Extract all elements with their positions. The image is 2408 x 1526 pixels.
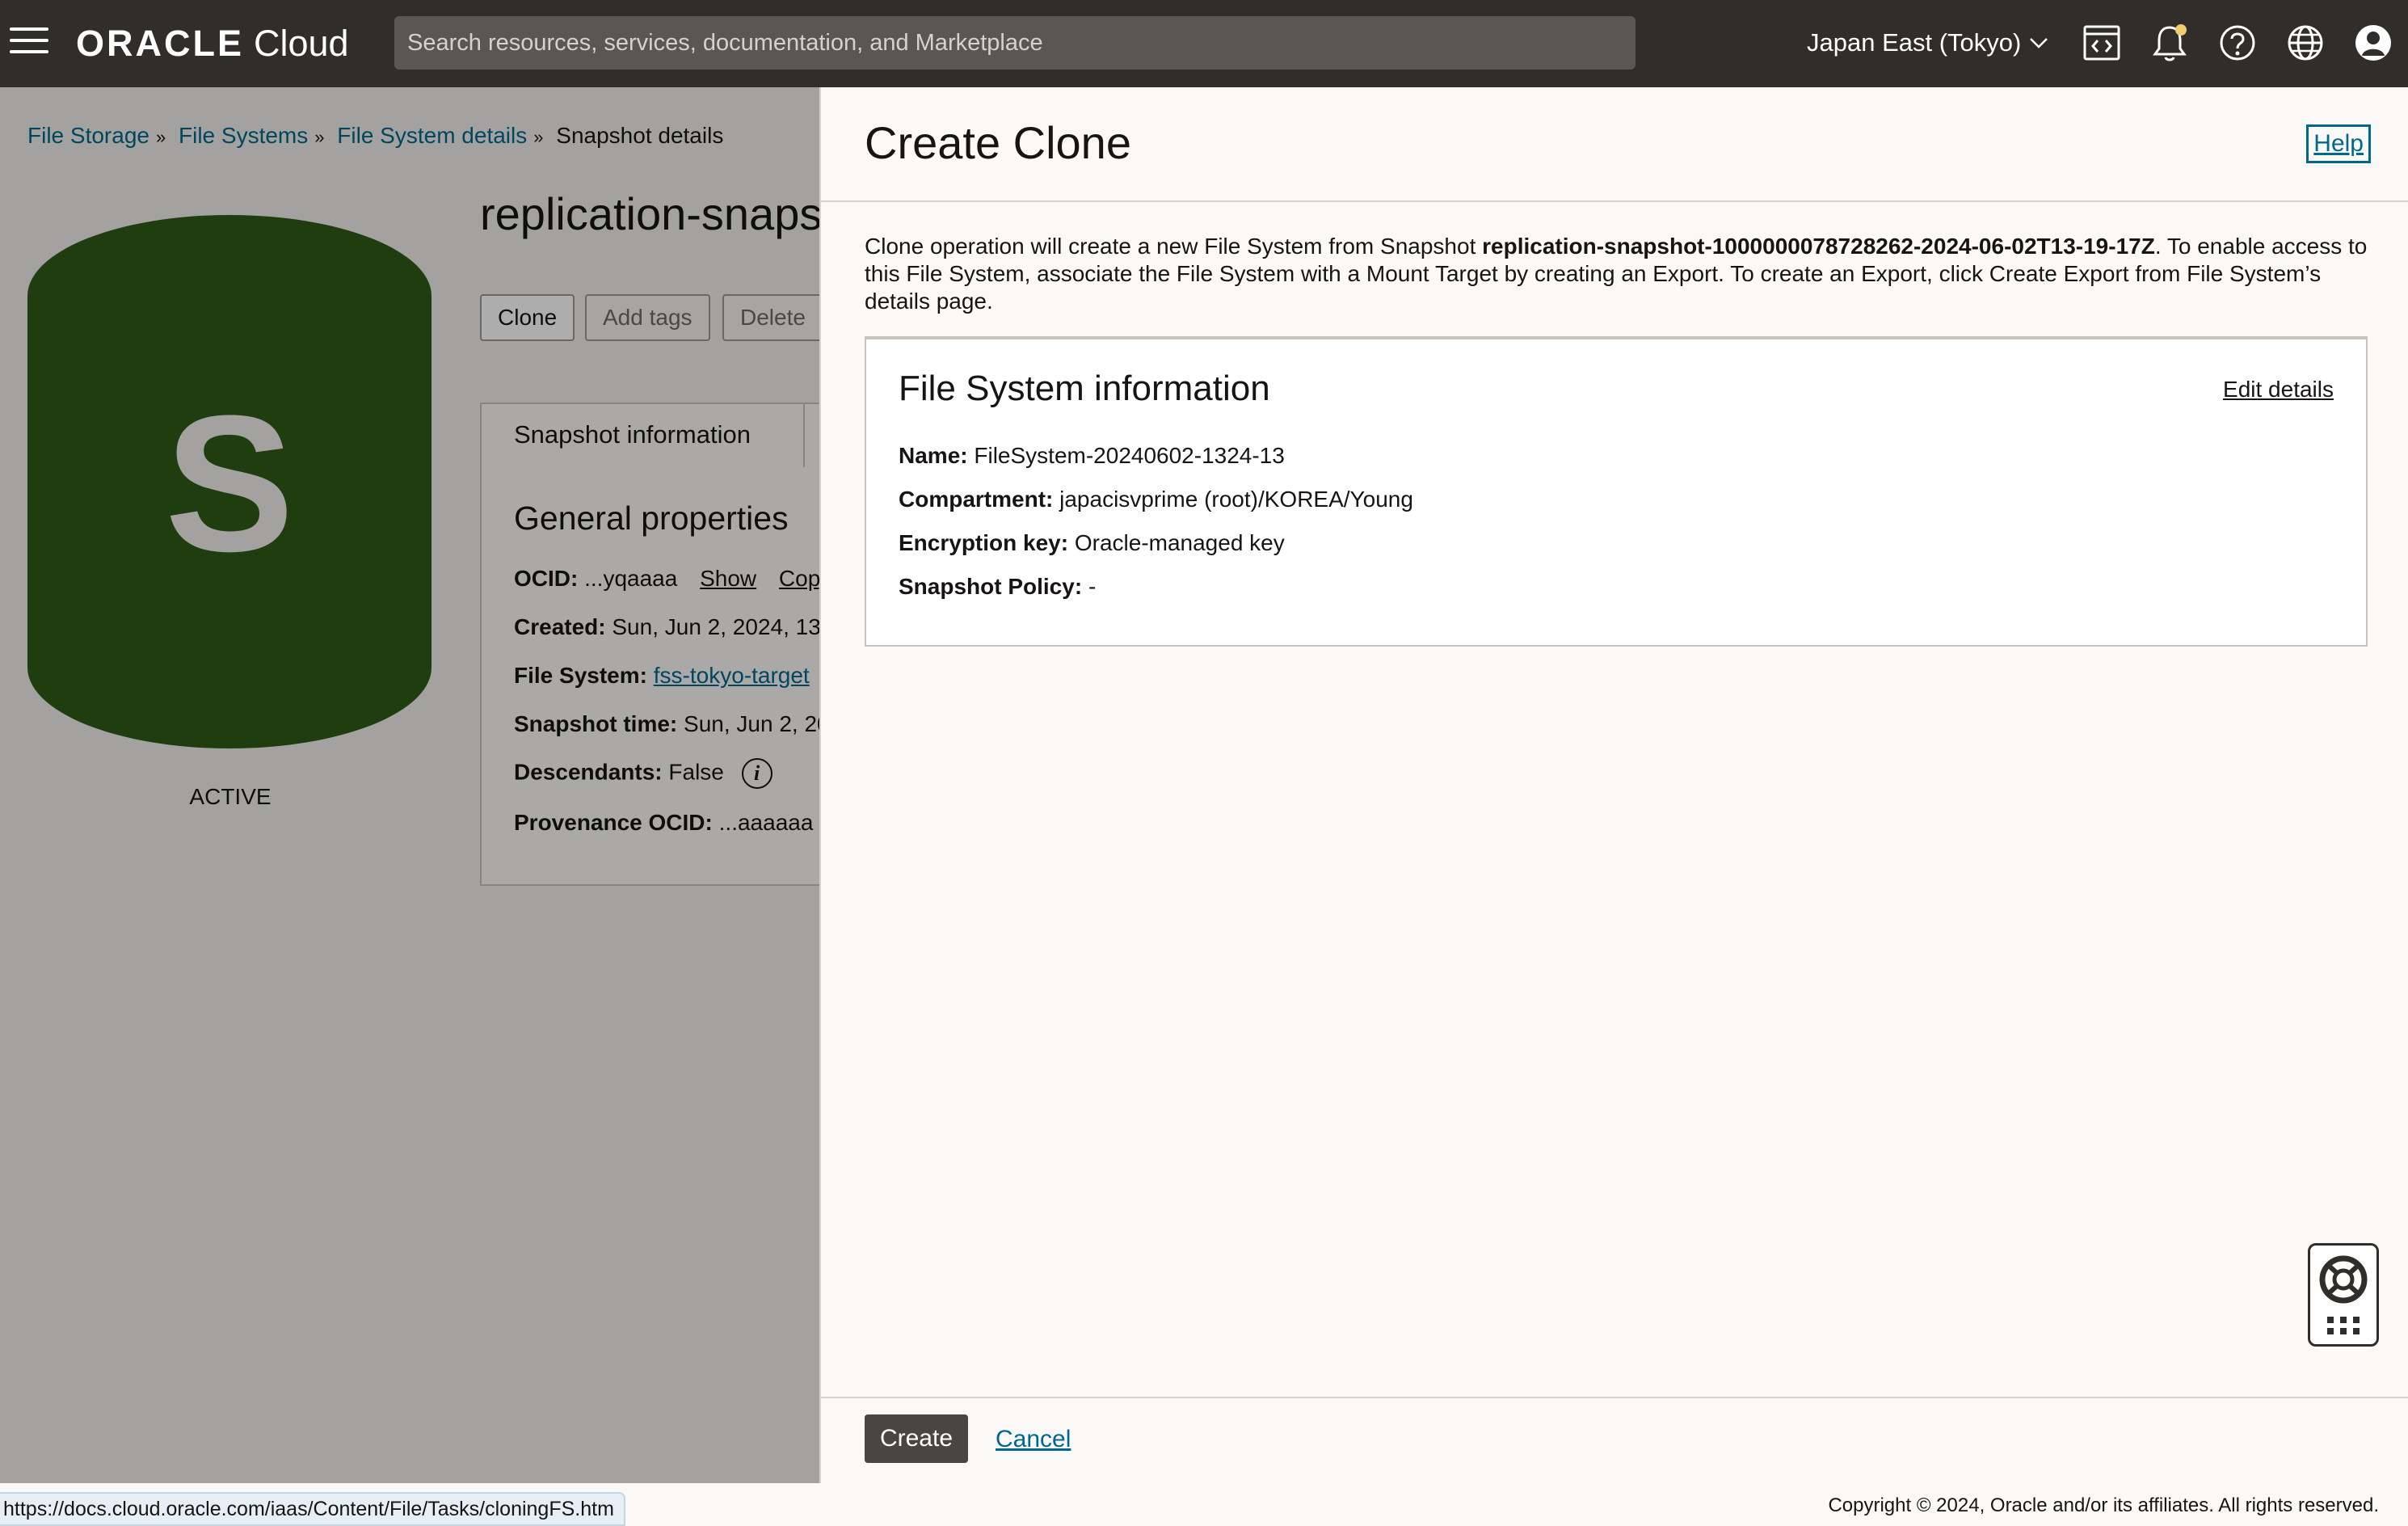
support-lifebuoy-icon[interactable] (2308, 1243, 2379, 1347)
region-label: Japan East (Tokyo) (1807, 28, 2022, 57)
copyright-text: Copyright © 2024, Oracle and/or its affi… (1828, 1494, 2379, 1516)
drawer-title: Create Clone (865, 117, 1131, 168)
snapshot-policy-value: - (1088, 574, 1097, 599)
browser-status-url: https://docs.cloud.oracle.com/iaas/Conte… (0, 1492, 625, 1526)
language-globe-icon[interactable] (2284, 21, 2327, 65)
description-text: Clone operation will create a new File S… (865, 234, 1483, 259)
cancel-link[interactable]: Cancel (996, 1426, 1071, 1453)
compartment-label: Compartment: (899, 487, 1054, 512)
encryption-value: Oracle-managed key (1074, 530, 1285, 555)
logo-brand: ORACLE (76, 23, 244, 64)
snapshot-policy-label: Snapshot Policy: (899, 574, 1083, 599)
compartment-row: Compartment: japacisvprime (root)/KOREA/… (899, 487, 1413, 512)
chevron-down-icon (2030, 38, 2048, 48)
compartment-value: japacisvprime (root)/KOREA/Young (1059, 487, 1413, 512)
name-label: Name: (899, 443, 968, 468)
search-input[interactable]: Search resources, services, documentatio… (394, 16, 1636, 70)
code-editor-icon[interactable] (2080, 21, 2124, 65)
file-system-info-heading: File System information (899, 369, 1270, 408)
encryption-label: Encryption key: (899, 530, 1069, 555)
snapshot-name: replication-snapshot-1000000078728262-20… (1482, 234, 2155, 259)
create-button[interactable]: Create (865, 1414, 968, 1463)
modal-overlay[interactable] (0, 87, 819, 1483)
notifications-bell-icon[interactable] (2148, 21, 2191, 65)
logo-product: Cloud (254, 23, 349, 64)
file-system-info-box: File System information Edit details Nam… (865, 336, 2368, 647)
oracle-cloud-logo[interactable]: ORACLE Cloud (76, 21, 349, 66)
help-link[interactable]: Help (2306, 124, 2371, 163)
clone-description: Clone operation will create a new File S… (865, 233, 2376, 315)
help-icon[interactable] (2216, 21, 2259, 65)
name-row: Name: FileSystem-20240602-1324-13 (899, 443, 1285, 469)
encryption-row: Encryption key: Oracle-managed key (899, 530, 1285, 556)
name-value: FileSystem-20240602-1324-13 (974, 443, 1285, 468)
top-navigation-bar: ORACLE Cloud Search resources, services,… (0, 0, 2408, 87)
edit-details-link[interactable]: Edit details (2223, 377, 2334, 403)
user-profile-icon[interactable] (2351, 21, 2395, 65)
region-selector[interactable]: Japan East (Tokyo) (1807, 23, 2048, 63)
snapshot-policy-row: Snapshot Policy: - (899, 574, 1096, 600)
drawer-header: Create Clone Help (821, 87, 2408, 202)
drawer-footer: Create Cancel (821, 1397, 2408, 1483)
menu-icon[interactable] (10, 27, 48, 60)
create-clone-drawer: Create Clone Help Clone operation will c… (819, 87, 2408, 1483)
